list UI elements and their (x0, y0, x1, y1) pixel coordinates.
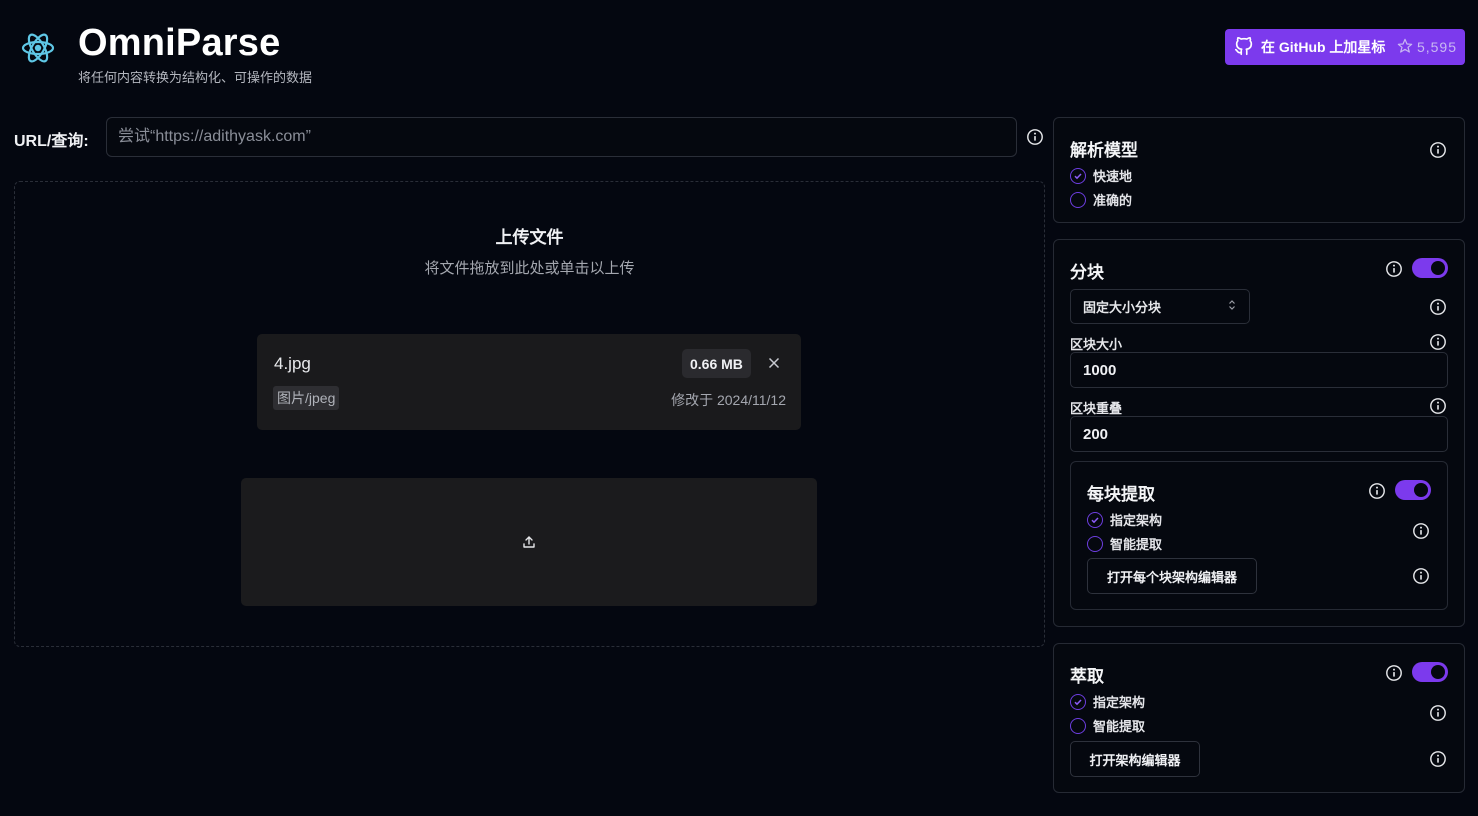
chunk-size-info-icon[interactable] (1429, 333, 1447, 351)
radio-unchecked-icon (1070, 717, 1086, 734)
chunking-panel: 分块 固定大小分块 区块大小 区块重叠 每块提取 指定架构 智能提取 (1053, 239, 1465, 627)
chunk-size-label: 区块大小 (1070, 337, 1123, 352)
option-label: 指定架构 (1110, 513, 1163, 528)
chunk-overlap-input[interactable] (1070, 416, 1448, 452)
github-star-button[interactable]: 在 GitHub 上加星标 5,595 (1225, 29, 1465, 65)
github-star-count: 5,595 (1397, 38, 1457, 57)
per-chunk-option-smart[interactable]: 智能提取 (1087, 534, 1162, 553)
upload-icon (521, 534, 537, 550)
upload-title: 上传文件 (495, 228, 564, 247)
per-chunk-options-info-icon[interactable] (1412, 522, 1430, 540)
file-name: 4.jpg (274, 354, 311, 373)
per-chunk-extract-info-icon[interactable] (1368, 482, 1386, 500)
extraction-title: 萃取 (1070, 667, 1104, 686)
extraction-info-icon[interactable] (1385, 664, 1403, 682)
extraction-toggle[interactable] (1412, 662, 1448, 682)
per-chunk-editor-info-icon[interactable] (1412, 567, 1430, 585)
chunking-title: 分块 (1070, 263, 1104, 282)
option-label: 指定架构 (1093, 695, 1146, 710)
chunk-overlap-info-icon[interactable] (1429, 397, 1447, 415)
option-label: 快速地 (1093, 169, 1133, 184)
upload-hint: 将文件拖放到此处或单击以上传 (424, 260, 635, 277)
chunk-overlap-label: 区块重叠 (1070, 401, 1123, 416)
brand-title: OmniParse (78, 22, 281, 64)
brand-tagline: 将任何内容转换为结构化、可操作的数据 (78, 70, 313, 85)
radio-unchecked-icon (1087, 535, 1103, 552)
star-count-value: 5,595 (1416, 39, 1457, 55)
extraction-options-info-icon[interactable] (1429, 704, 1447, 722)
github-icon (1233, 35, 1255, 60)
per-chunk-extract-title: 每块提取 (1087, 485, 1155, 504)
chunking-strategy-select[interactable]: 固定大小分块 (1070, 289, 1250, 324)
chunking-strategy-value: 固定大小分块 (1083, 300, 1162, 315)
file-size-badge: 0.66 MB (682, 349, 751, 378)
url-info-icon[interactable] (1026, 128, 1044, 146)
open-per-chunk-schema-editor-button[interactable]: 打开每个块架构编辑器 (1087, 558, 1257, 594)
radio-checked-icon (1070, 693, 1086, 710)
open-schema-editor-button[interactable]: 打开架构编辑器 (1070, 741, 1200, 777)
url-query-input[interactable] (106, 117, 1017, 157)
parse-model-option-fast[interactable]: 快速地 (1070, 166, 1132, 185)
per-chunk-extract-toggle[interactable] (1395, 480, 1431, 500)
extraction-option-schema[interactable]: 指定架构 (1070, 692, 1145, 711)
star-icon (1397, 38, 1413, 57)
omniparse-logo-icon (18, 28, 58, 68)
parse-model-title: 解析模型 (1070, 141, 1138, 160)
select-chevron-icon (1227, 299, 1237, 314)
option-label: 智能提取 (1110, 537, 1163, 552)
chunking-strategy-info-icon[interactable] (1429, 298, 1447, 316)
extraction-option-smart[interactable]: 智能提取 (1070, 716, 1145, 735)
parse-model-option-accurate[interactable]: 准确的 (1070, 190, 1132, 209)
uploaded-file-card: 4.jpg 0.66 MB 图片/jpeg 修改于 2024/11/12 (257, 334, 801, 430)
radio-unchecked-icon (1070, 191, 1086, 208)
radio-checked-icon (1087, 511, 1103, 528)
url-query-label: URL/查询: (14, 133, 89, 150)
chunking-toggle[interactable] (1412, 258, 1448, 278)
remove-file-close-icon[interactable] (765, 354, 783, 372)
file-modified-date: 修改于 2024/11/12 (671, 392, 786, 408)
chunking-info-icon[interactable] (1385, 260, 1403, 278)
github-button-label: 在 GitHub 上加星标 (1261, 39, 1386, 55)
radio-checked-icon (1070, 167, 1086, 184)
option-label: 准确的 (1093, 193, 1133, 208)
parse-model-panel: 解析模型 快速地 准确的 (1053, 117, 1465, 223)
extraction-panel: 萃取 指定架构 智能提取 打开架构编辑器 (1053, 643, 1465, 793)
file-type-badge: 图片/jpeg (273, 386, 340, 410)
per-chunk-option-schema[interactable]: 指定架构 (1087, 510, 1162, 529)
parse-model-info-icon[interactable] (1429, 141, 1447, 159)
extraction-editor-info-icon[interactable] (1429, 750, 1447, 768)
upload-button-area[interactable] (241, 478, 817, 606)
chunk-size-input[interactable] (1070, 352, 1448, 388)
per-chunk-extract-panel: 每块提取 指定架构 智能提取 打开每个块架构编辑器 (1070, 461, 1448, 610)
option-label: 智能提取 (1093, 719, 1146, 734)
